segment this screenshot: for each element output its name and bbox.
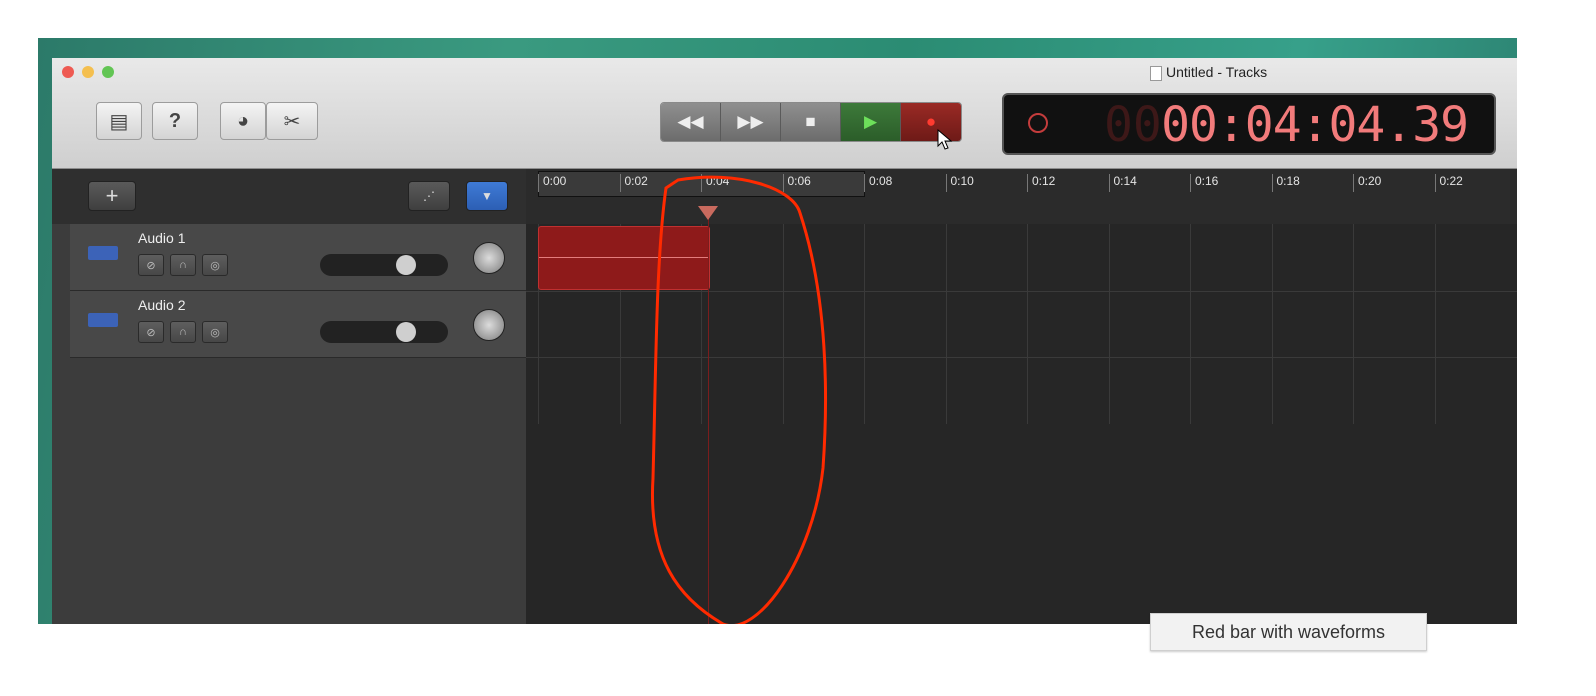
screenshot-area: Untitled - Tracks ▤ ? ◕ ✂ ◀◀ ▶▶ ■ ▶ ● 00… (38, 38, 1517, 624)
tooltip: Red bar with waveforms (1150, 613, 1427, 651)
annotation-circle (650, 175, 828, 624)
mouse-cursor-icon (937, 128, 953, 150)
annotation-overlay (650, 175, 828, 624)
